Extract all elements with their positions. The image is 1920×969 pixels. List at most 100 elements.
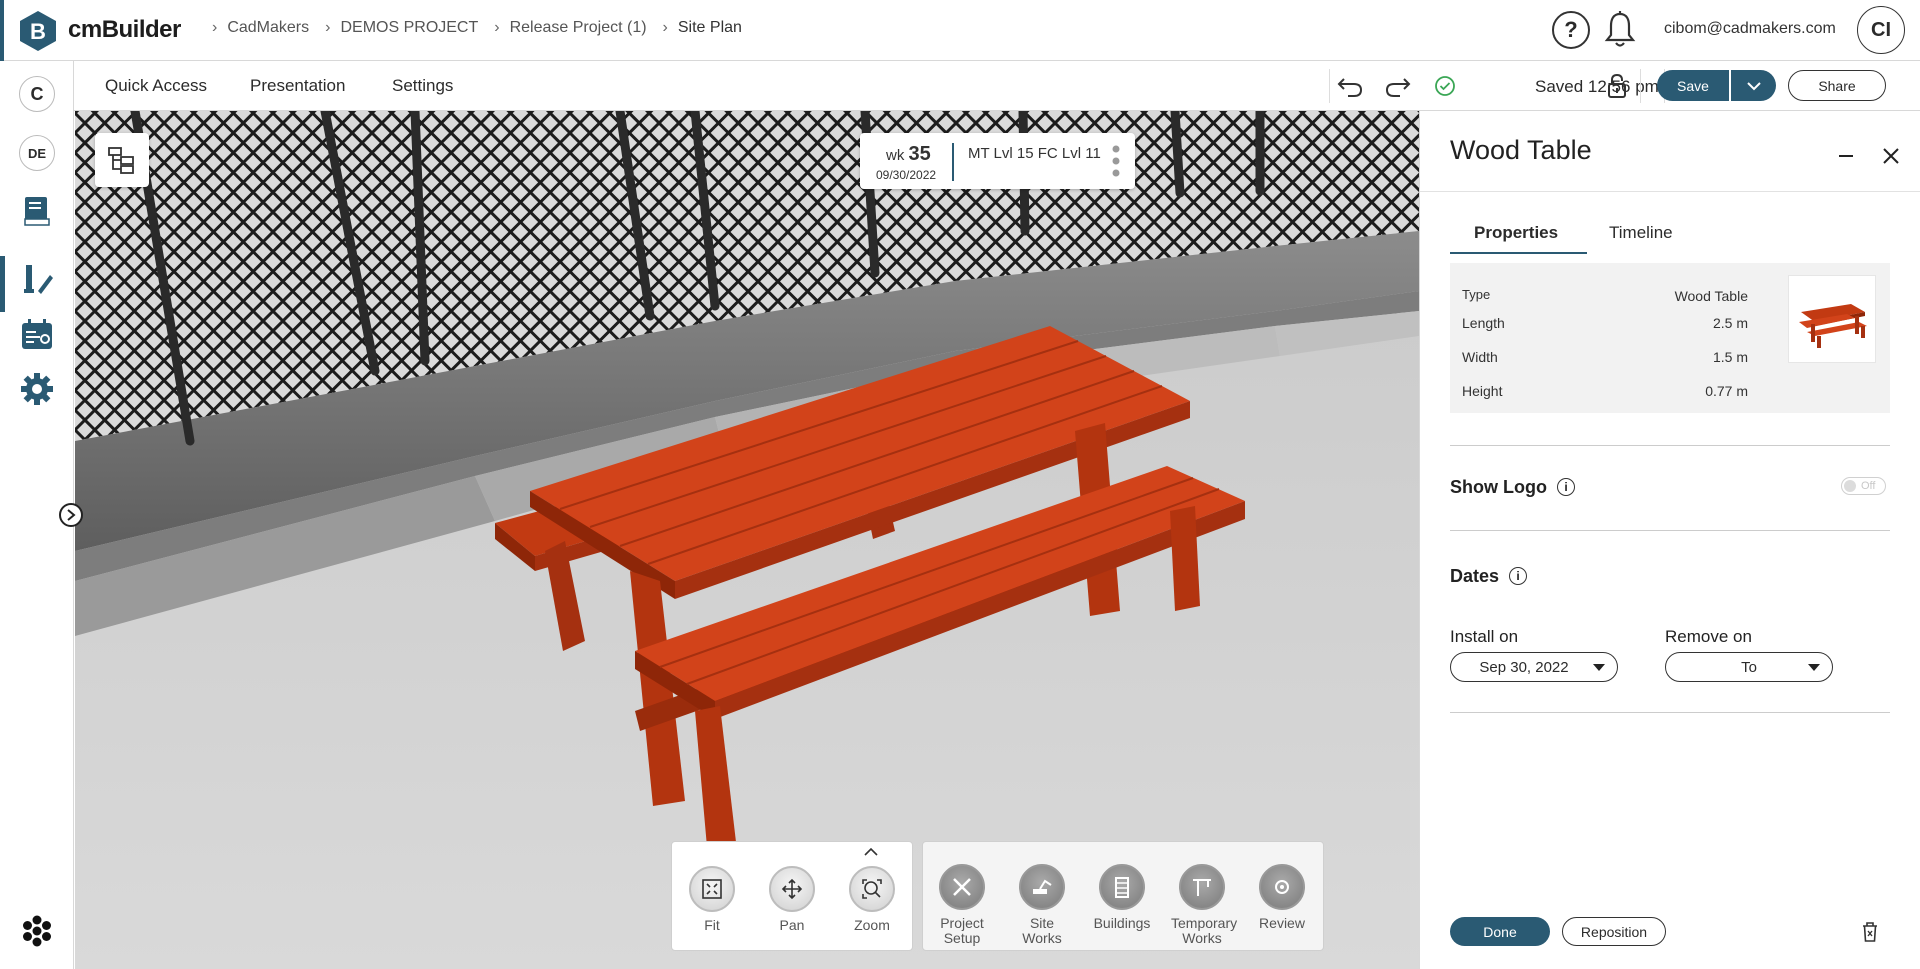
more-vertical-icon[interactable] [1111, 144, 1121, 178]
user-email[interactable]: cibom@cadmakers.com [1664, 20, 1836, 38]
redo-icon[interactable] [1384, 73, 1412, 99]
week-number: 35 [908, 143, 931, 165]
menu-settings[interactable]: Settings [392, 76, 453, 96]
user-avatar[interactable]: CI [1857, 6, 1905, 54]
undo-icon[interactable] [1336, 73, 1364, 99]
review-tool[interactable]: Review [1251, 864, 1313, 931]
toggle-state-label: Off [1861, 480, 1876, 492]
pan-tool[interactable]: Pan [761, 866, 823, 933]
site-works-label: Site Works [1022, 915, 1062, 946]
breadcrumb-chevron-icon: › [325, 19, 331, 36]
prop-value-width: 1.5 m [1712, 349, 1748, 365]
week-card-divider [952, 143, 954, 181]
top-bar: B cmBuilder › CadMakers › DEMOS PROJECT … [0, 0, 1920, 61]
section-divider [1450, 530, 1890, 531]
done-button[interactable]: Done [1450, 917, 1550, 946]
menu-quick-access[interactable]: Quick Access [105, 76, 207, 96]
toolbar-divider [1640, 69, 1641, 103]
apps-flower-icon[interactable] [20, 914, 54, 948]
project-setup-tool[interactable]: Project Setup [931, 864, 993, 946]
lock-icon[interactable] [1606, 73, 1628, 99]
zoom-tool[interactable]: Zoom [841, 866, 903, 933]
zoom-label: Zoom [854, 917, 890, 933]
review-icon [1259, 864, 1305, 910]
active-tab-indicator [1450, 252, 1587, 254]
notification-bell-icon[interactable] [1604, 10, 1636, 50]
category-toolbar: Project Setup Site Works Buildings Tempo… [922, 841, 1324, 951]
buildings-label: Buildings [1093, 915, 1151, 931]
properties-panel: Wood Table Properties Timeline Type Wood… [1419, 111, 1920, 969]
trash-icon[interactable] [1861, 921, 1879, 943]
save-options-button[interactable] [1731, 70, 1776, 101]
temporary-works-tool[interactable]: Temporary Works [1171, 864, 1237, 946]
3d-viewport[interactable]: wk 35 09/30/2022 MT Lvl 15 FC Lvl 11 Fit… [75, 111, 1419, 969]
manual-book-icon[interactable] [20, 194, 54, 228]
save-button[interactable]: Save [1657, 70, 1729, 101]
breadcrumb-chevron-icon: › [212, 19, 218, 36]
settings-gear-icon[interactable] [20, 372, 54, 406]
caret-down-icon [1593, 664, 1605, 671]
help-button[interactable]: ? [1552, 11, 1590, 49]
level-text: MT Lvl 15 FC Lvl 11 [968, 145, 1101, 162]
site-works-tool[interactable]: Site Works [1011, 864, 1073, 946]
prop-label-length: Length [1462, 315, 1505, 331]
breadcrumb-item-cadmakers[interactable]: CadMakers [227, 19, 309, 37]
project-setup-label: Project Setup [940, 915, 984, 946]
section-divider [1450, 712, 1890, 713]
rail-active-indicator [0, 256, 5, 312]
minimize-icon[interactable] [1837, 147, 1855, 165]
breadcrumb-chevron-icon: › [662, 19, 668, 36]
breadcrumb-item-release[interactable]: Release Project (1) [510, 19, 647, 37]
breadcrumb-item-project[interactable]: DEMOS PROJECT [340, 19, 478, 37]
week-label: wk 35 [886, 143, 931, 166]
fit-label: Fit [704, 917, 720, 933]
panel-header-divider [1420, 191, 1920, 192]
top-bar-accent [0, 0, 4, 61]
chevron-up-icon[interactable] [864, 848, 878, 856]
chevron-down-icon [1746, 81, 1761, 90]
info-icon[interactable]: i [1509, 567, 1528, 585]
show-logo-toggle[interactable]: Off [1841, 477, 1886, 495]
week-date: 09/30/2022 [876, 168, 937, 182]
buildings-tool[interactable]: Buildings [1091, 864, 1153, 931]
cmbuilder-logo-icon[interactable]: B [18, 10, 58, 52]
item-thumbnail [1788, 275, 1876, 363]
fit-tool[interactable]: Fit [681, 866, 743, 933]
dates-section: Dates i [1450, 566, 1528, 587]
tab-timeline[interactable]: Timeline [1609, 223, 1673, 243]
avatar-initials: CI [1871, 18, 1891, 41]
share-button[interactable]: Share [1788, 70, 1886, 101]
install-date-select[interactable]: Sep 30, 2022 [1450, 652, 1618, 682]
prop-value-length: 2.5 m [1712, 315, 1748, 331]
schedule-calendar-icon[interactable] [20, 317, 54, 351]
table-thumbnail-icon [1799, 304, 1867, 348]
design-edit-icon[interactable] [20, 263, 54, 297]
close-icon[interactable] [1882, 147, 1900, 165]
hierarchy-tree-icon [108, 147, 134, 174]
navigation-toolbar: Fit Pan Zoom [671, 841, 913, 951]
caret-down-icon [1808, 664, 1820, 671]
chevron-right-icon [67, 509, 76, 521]
reposition-button[interactable]: Reposition [1562, 917, 1666, 946]
fit-icon [689, 866, 735, 912]
prop-value-height: 0.77 m [1705, 383, 1748, 399]
remove-date-select[interactable]: To [1665, 652, 1833, 682]
tab-properties[interactable]: Properties [1474, 223, 1558, 243]
brand-name: cmBuilder [68, 16, 181, 43]
show-logo-label: Show Logo [1450, 477, 1547, 497]
company-badge[interactable]: C [19, 76, 55, 112]
scene-tree-button[interactable] [95, 133, 149, 187]
timeline-week-card[interactable]: wk 35 09/30/2022 MT Lvl 15 FC Lvl 11 [860, 133, 1135, 189]
info-icon[interactable]: i [1556, 478, 1575, 496]
expand-rail-button[interactable] [59, 503, 83, 527]
building-icon [1099, 864, 1145, 910]
menu-presentation[interactable]: Presentation [250, 76, 345, 96]
language-badge[interactable]: DE [19, 135, 55, 171]
panel-title: Wood Table [1450, 135, 1592, 165]
question-mark-icon: ? [1564, 17, 1578, 42]
pan-icon [769, 866, 815, 912]
remove-on-label: Remove on [1665, 627, 1752, 646]
prop-label-width: Width [1462, 349, 1498, 365]
show-logo-section: Show Logo i [1450, 477, 1575, 498]
saved-check-icon [1435, 76, 1455, 96]
